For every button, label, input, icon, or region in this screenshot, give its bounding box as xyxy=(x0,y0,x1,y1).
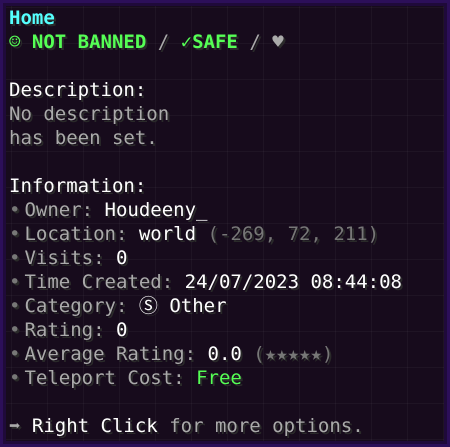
category-value: Other xyxy=(169,295,227,317)
teleport-cost-value: Free xyxy=(196,367,242,389)
teleport-cost-label: Teleport Cost: xyxy=(24,367,185,389)
time-created-value: 24/07/2023 08:44:08 xyxy=(184,271,402,293)
description-text: has been set. xyxy=(9,127,158,149)
average-rating-value: 0.0 xyxy=(207,343,242,365)
description-line: has been set. xyxy=(9,126,447,150)
time-created-label: Time Created: xyxy=(24,271,174,293)
information-heading-line: Information: xyxy=(9,174,447,198)
bullet-icon: • xyxy=(9,295,21,317)
bullet-icon: • xyxy=(9,247,21,269)
location-label: Location: xyxy=(24,223,128,245)
status-line: ☺ NOT BANNED / ✓SAFE / ♥ xyxy=(9,30,447,54)
info-rating: • Rating: 0 xyxy=(9,318,447,342)
info-teleport-cost: • Teleport Cost: Free xyxy=(9,366,447,390)
description-text: No description xyxy=(9,103,170,125)
footer-hint: ➡ Right Click for more options. xyxy=(9,414,447,438)
description-line: No description xyxy=(9,102,447,126)
checkmark-icon: ✓ xyxy=(180,31,193,53)
rating-label: Rating: xyxy=(24,319,105,341)
owner-label: Owner: xyxy=(24,199,94,221)
right-arrow-icon: ➡ xyxy=(9,415,21,437)
bullet-icon: • xyxy=(9,199,21,221)
info-location: • Location: world (-269, 72, 211) xyxy=(9,222,447,246)
status-separator: / xyxy=(157,31,170,53)
info-owner: • Owner: Houdeeny_ xyxy=(9,198,447,222)
category-label: Category: xyxy=(24,295,128,317)
home-title: Home xyxy=(9,7,55,29)
smiley-icon: ☺ xyxy=(9,31,21,53)
bullet-icon: • xyxy=(9,367,21,389)
footer-hint-text: for more options. xyxy=(169,415,364,437)
safe-status: SAFE xyxy=(192,31,238,53)
rating-value: 0 xyxy=(115,319,128,341)
tooltip-title-line: Home xyxy=(9,6,447,30)
home-tooltip: Home ☺ NOT BANNED / ✓SAFE / ♥ Descriptio… xyxy=(0,0,450,447)
description-heading-line: Description: xyxy=(9,78,447,102)
location-world: world xyxy=(138,223,197,245)
visits-value: 0 xyxy=(115,247,128,269)
average-rating-label: Average Rating: xyxy=(24,343,197,365)
status-separator: / xyxy=(249,31,261,53)
not-banned-status: NOT BANNED xyxy=(31,31,147,53)
info-average-rating: • Average Rating: 0.0 (★★★★★) xyxy=(9,342,447,366)
owner-value: Houdeeny_ xyxy=(104,199,208,221)
info-category: • Category: Ⓢ Other xyxy=(9,294,447,318)
visits-label: Visits: xyxy=(24,247,105,269)
description-heading: Description: xyxy=(9,79,147,101)
information-heading: Information: xyxy=(9,175,147,197)
location-coords: (-269, 72, 211) xyxy=(207,223,380,245)
heart-icon: ♥ xyxy=(272,31,284,53)
info-visits: • Visits: 0 xyxy=(9,246,447,270)
bullet-icon: • xyxy=(9,343,21,365)
info-time-created: • Time Created: 24/07/2023 08:44:08 xyxy=(9,270,447,294)
bullet-icon: • xyxy=(9,271,21,293)
bullet-icon: • xyxy=(9,223,21,245)
right-click-action: Right Click xyxy=(31,415,158,437)
category-circle-icon: Ⓢ xyxy=(138,295,158,317)
bullet-icon: • xyxy=(9,319,21,341)
star-rating-icon: (★★★★★) xyxy=(253,343,334,365)
